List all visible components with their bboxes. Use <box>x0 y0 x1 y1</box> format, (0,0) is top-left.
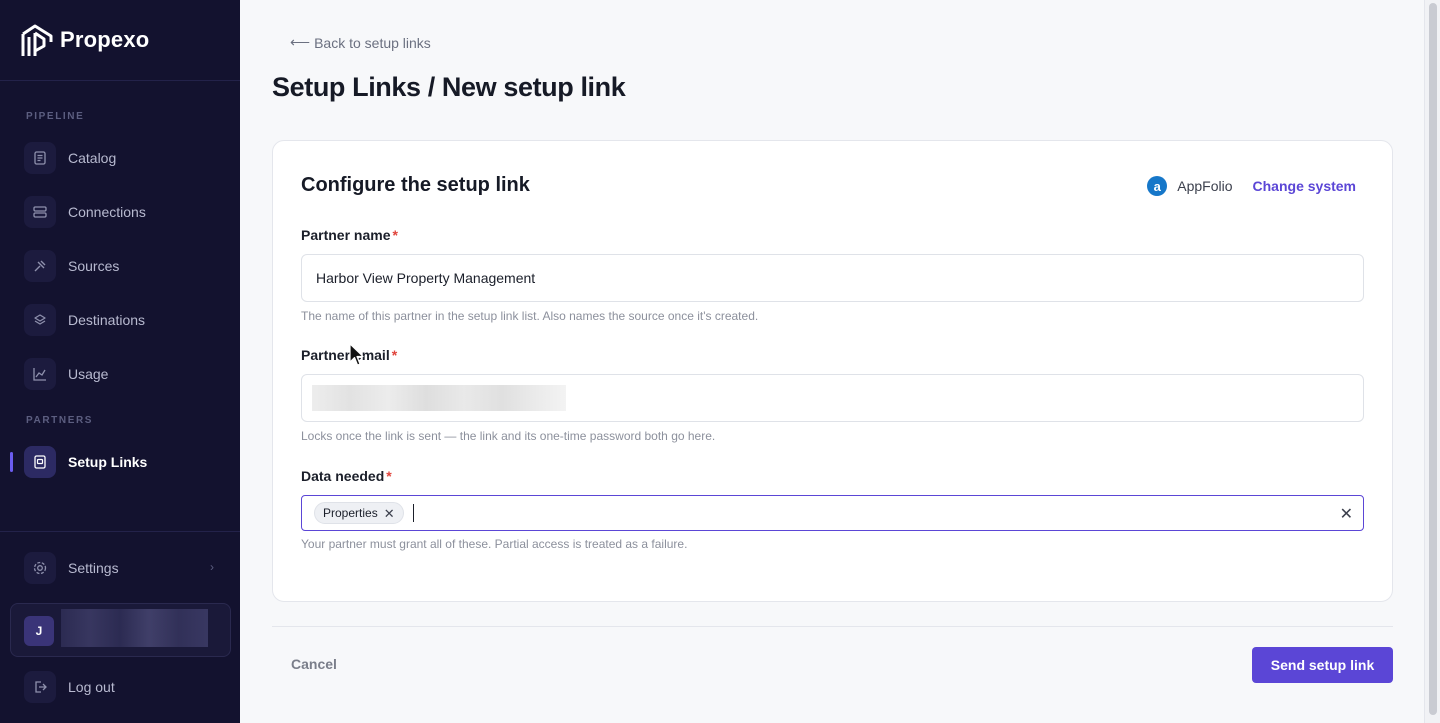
divider <box>272 626 1393 627</box>
main-content: ⟵ Back to setup links Setup Links / New … <box>240 0 1424 723</box>
label-text: Partner email <box>301 347 390 363</box>
chip-label: Properties <box>323 506 378 520</box>
sidebar-item-destinations[interactable]: Destinations <box>24 303 224 337</box>
system-selector: a AppFolio Change system <box>1147 176 1356 196</box>
required-mark: * <box>392 227 398 243</box>
section-label-partners: PARTNERS <box>26 415 94 426</box>
page-title: Setup Links / New setup link <box>272 72 626 102</box>
partner-name-input[interactable]: Harbor View Property Management <box>301 254 1364 302</box>
brand[interactable]: Propexo <box>20 22 149 58</box>
scrollbar[interactable] <box>1424 0 1440 723</box>
cancel-button[interactable]: Cancel <box>291 656 337 672</box>
sidebar-item-label: Connections <box>68 204 146 220</box>
required-mark: * <box>386 468 392 484</box>
back-link[interactable]: ⟵ Back to setup links <box>290 34 431 51</box>
sidebar: Propexo PIPELINE Catalog Connections Sou… <box>0 0 240 723</box>
chevron-right-icon: › <box>210 560 214 574</box>
destinations-icon <box>24 304 56 336</box>
appfolio-logo-icon: a <box>1147 176 1168 196</box>
scrollbar-thumb[interactable] <box>1429 3 1437 715</box>
system-name: AppFolio <box>1177 178 1233 194</box>
send-setup-link-button[interactable]: Send setup link <box>1252 647 1393 683</box>
data-needed-multiselect[interactable]: Properties ✕ ✕ <box>301 495 1364 531</box>
sidebar-item-label: Sources <box>68 258 120 274</box>
user-info-redacted <box>61 609 208 647</box>
back-link-label: Back to setup links <box>314 34 431 51</box>
active-indicator <box>10 452 13 472</box>
partner-name-label: Partner name * <box>301 227 398 243</box>
user-card[interactable]: J <box>10 603 231 657</box>
sidebar-item-label: Destinations <box>68 312 146 328</box>
card-title: Configure the setup link <box>301 174 530 196</box>
clear-icon[interactable]: ✕ <box>1340 504 1353 524</box>
sidebar-item-setup-links[interactable]: Setup Links <box>24 445 224 479</box>
sidebar-item-label: Setup Links <box>68 454 148 470</box>
sidebar-item-catalog[interactable]: Catalog <box>24 141 224 175</box>
sources-icon <box>24 250 56 282</box>
avatar: J <box>24 616 54 646</box>
partner-name-value: Harbor View Property Management <box>316 270 536 286</box>
setup-links-icon <box>24 446 56 478</box>
sidebar-item-label: Catalog <box>68 150 117 166</box>
required-mark: * <box>391 347 398 363</box>
logout-icon <box>24 671 56 703</box>
setup-link-form: Configure the setup link a AppFolio Chan… <box>272 140 1393 602</box>
gear-icon <box>24 552 56 584</box>
mouse-cursor-icon <box>349 343 364 366</box>
data-needed-help: Your partner must grant all of these. Pa… <box>301 537 688 551</box>
catalog-icon <box>24 142 56 174</box>
partner-email-input[interactable] <box>301 374 1364 422</box>
partner-email-help: Locks once the link is sent — the link a… <box>301 429 716 443</box>
divider <box>0 80 240 81</box>
label-text: Partner name <box>301 227 391 243</box>
data-needed-label: Data needed * <box>301 468 392 484</box>
logout-button[interactable]: Log out <box>24 670 224 704</box>
sidebar-item-settings[interactable]: Settings <box>24 551 224 585</box>
sidebar-item-connections[interactable]: Connections <box>24 195 224 229</box>
brand-name: Propexo <box>60 27 150 52</box>
section-label-pipeline: PIPELINE <box>26 111 85 122</box>
chip-properties: Properties ✕ <box>314 502 404 524</box>
sidebar-item-usage[interactable]: Usage <box>24 357 224 391</box>
label-text: Data needed <box>301 468 385 484</box>
partner-name-help: The name of this partner in the setup li… <box>301 309 759 323</box>
usage-icon <box>24 358 56 390</box>
logout-label: Log out <box>68 679 115 695</box>
sidebar-item-label: Settings <box>68 560 119 576</box>
arrow-left-icon: ⟵ <box>290 34 311 50</box>
sidebar-item-sources[interactable]: Sources <box>24 249 224 283</box>
text-caret <box>412 504 414 522</box>
connections-icon <box>24 196 56 228</box>
close-icon[interactable]: ✕ <box>384 507 395 520</box>
email-redacted <box>312 385 566 411</box>
sidebar-item-label: Usage <box>68 366 109 382</box>
propexo-logo-icon <box>21 24 53 56</box>
divider <box>0 531 240 532</box>
change-system-link[interactable]: Change system <box>1253 178 1356 194</box>
